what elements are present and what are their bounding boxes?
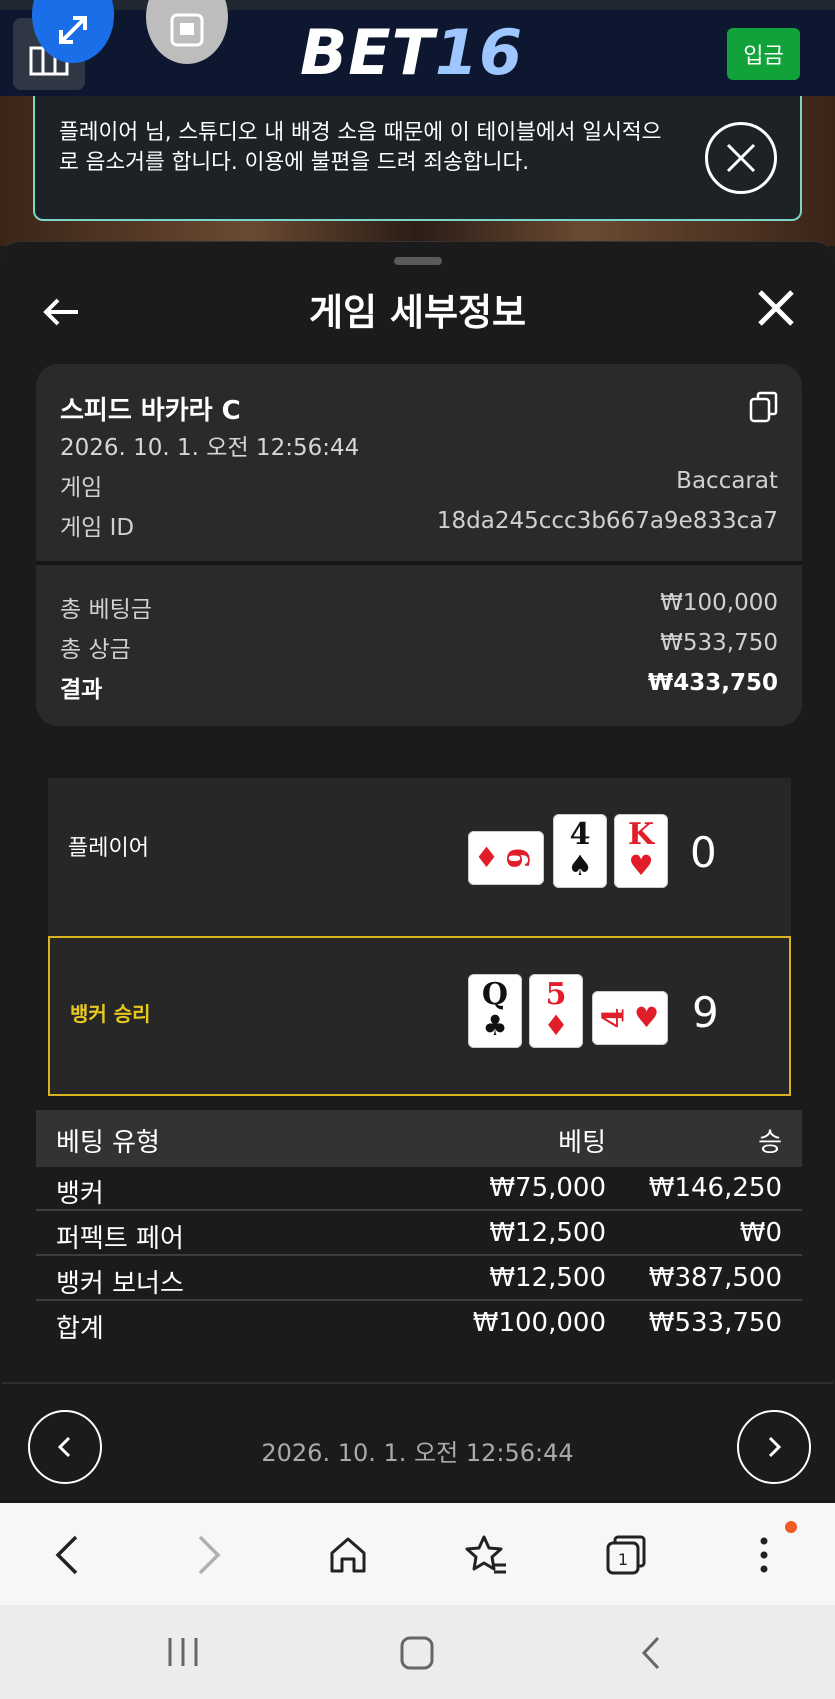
total-bet-amount: ₩100,000	[472, 1308, 606, 1338]
win-amount: ₩146,250	[648, 1173, 782, 1203]
result-value: ₩433,750	[647, 670, 778, 696]
copy-icon	[749, 391, 778, 423]
result-label: 결과	[60, 677, 103, 703]
game-value: Baccarat	[676, 468, 778, 494]
tabs-icon: 1	[606, 1535, 646, 1575]
recent-apps-button[interactable]	[166, 1635, 200, 1673]
bet-type: 뱅커 보너스	[56, 1269, 184, 1299]
game-id-label: 게임 ID	[60, 515, 135, 541]
game-id-value: 18da245ccc3b667a9e833ca7	[436, 508, 778, 534]
player-score: 0	[690, 828, 717, 877]
sheet-title: 게임 세부정보	[308, 291, 527, 334]
header-bet: 베팅	[558, 1128, 606, 1158]
table-row: 뱅커 ₩75,000 ₩146,250	[36, 1167, 802, 1211]
round-datetime: 2026. 10. 1. 오전 12:56:44	[261, 1439, 574, 1467]
table-row: 퍼펙트 페어 ₩12,500 ₩0	[36, 1212, 802, 1256]
site-logo[interactable]: BET16	[300, 20, 523, 86]
banker-score: 9	[692, 988, 719, 1037]
total-bet-value: ₩100,000	[660, 590, 778, 616]
total-win-label: 총 상금	[60, 637, 131, 663]
bet-type: 뱅커	[56, 1179, 104, 1209]
table-header: 베팅 유형 베팅 승	[36, 1110, 802, 1167]
chevron-right-icon	[198, 1535, 221, 1575]
close-icon	[726, 143, 756, 173]
total-label: 합계	[56, 1314, 104, 1344]
sheet-drag-handle[interactable]	[394, 257, 442, 265]
card-divider	[36, 561, 802, 565]
banker-card-2: 5 ♦	[529, 974, 583, 1048]
game-summary-card: 스피드 바카라 C 2026. 10. 1. 오전 12:56:44 게임 Ba…	[36, 364, 802, 726]
banker-hand-label: 뱅커 승리	[70, 1002, 151, 1026]
header-bet-type: 베팅 유형	[56, 1128, 160, 1158]
back-icon	[641, 1636, 660, 1670]
chevron-left-icon	[55, 1535, 78, 1575]
player-card-2: 4 ♠	[553, 814, 607, 888]
game-details-sheet: 게임 세부정보 스피드 바카라 C 2026. 10. 1. 오전 12:56:…	[2, 241, 833, 1503]
table-total-row: 합계 ₩100,000 ₩533,750	[36, 1302, 802, 1346]
close-sheet-button[interactable]	[754, 286, 798, 330]
total-win-value: ₩533,750	[660, 630, 778, 656]
player-hand-label: 플레이어	[68, 836, 149, 861]
win-amount: ₩0	[739, 1218, 782, 1248]
banker-hand: 뱅커 승리 Q ♣ 5 ♦ 4 ♥ 9	[48, 936, 791, 1096]
game-name: 스피드 바카라 C	[60, 396, 241, 426]
system-home-button[interactable]	[399, 1635, 435, 1675]
more-vertical-icon	[760, 1537, 768, 1573]
chevron-right-icon	[768, 1436, 782, 1458]
browser-toolbar: 1	[0, 1503, 835, 1605]
stop-icon	[170, 13, 204, 47]
browser-forward-button[interactable]	[186, 1533, 230, 1577]
browser-home-button[interactable]	[326, 1533, 370, 1577]
notice-close-button[interactable]	[705, 122, 777, 194]
expand-icon	[59, 16, 87, 44]
browser-bookmarks-button[interactable]	[464, 1533, 508, 1577]
banker-card-3: 4 ♥	[592, 991, 668, 1045]
browser-back-button[interactable]	[46, 1533, 90, 1577]
bet-amount: ₩75,000	[489, 1173, 606, 1203]
close-icon	[758, 290, 794, 326]
player-hand: 플레이어 ♦ 6 4 ♠ K ♥ 0	[48, 778, 791, 938]
mute-notice-banner: 플레이어 님, 스튜디오 내 배경 소음 때문에 이 테이블에서 일시적으로 음…	[33, 96, 802, 221]
notice-text: 플레이어 님, 스튜디오 내 배경 소음 때문에 이 테이블에서 일시적으로 음…	[59, 120, 662, 175]
deposit-button[interactable]: 입금	[727, 28, 800, 80]
bet-amount: ₩12,500	[489, 1263, 606, 1293]
total-win-amount: ₩533,750	[648, 1308, 782, 1338]
player-card-1: ♦ 6	[468, 831, 544, 885]
header-win: 승	[758, 1128, 782, 1158]
recent-apps-icon	[168, 1638, 198, 1666]
site-header: BET16 입금	[0, 0, 835, 96]
notification-dot	[785, 1521, 797, 1533]
system-back-button[interactable]	[638, 1635, 664, 1675]
next-round-button[interactable]	[737, 1410, 811, 1484]
table-row: 뱅커 보너스 ₩12,500 ₩387,500	[36, 1257, 802, 1301]
total-bet-label: 총 베팅금	[60, 597, 152, 623]
browser-tabs-button[interactable]: 1	[604, 1533, 648, 1577]
home-icon	[330, 1537, 366, 1573]
round-navigation: 2026. 10. 1. 오전 12:56:44	[2, 1382, 833, 1504]
home-square-icon	[400, 1636, 434, 1670]
system-navigation-bar	[0, 1605, 835, 1699]
bet-amount: ₩12,500	[489, 1218, 606, 1248]
win-amount: ₩387,500	[648, 1263, 782, 1293]
status-strip	[0, 0, 835, 10]
player-card-3: K ♥	[614, 814, 668, 888]
tab-count: 1	[618, 1550, 628, 1569]
game-datetime: 2026. 10. 1. 오전 12:56:44	[60, 435, 360, 461]
browser-menu-button[interactable]	[742, 1533, 786, 1577]
bet-type: 퍼펙트 페어	[56, 1224, 184, 1254]
copy-button[interactable]	[748, 390, 780, 424]
star-list-icon	[465, 1535, 506, 1574]
game-label: 게임	[60, 475, 103, 501]
banker-card-1: Q ♣	[468, 974, 522, 1048]
